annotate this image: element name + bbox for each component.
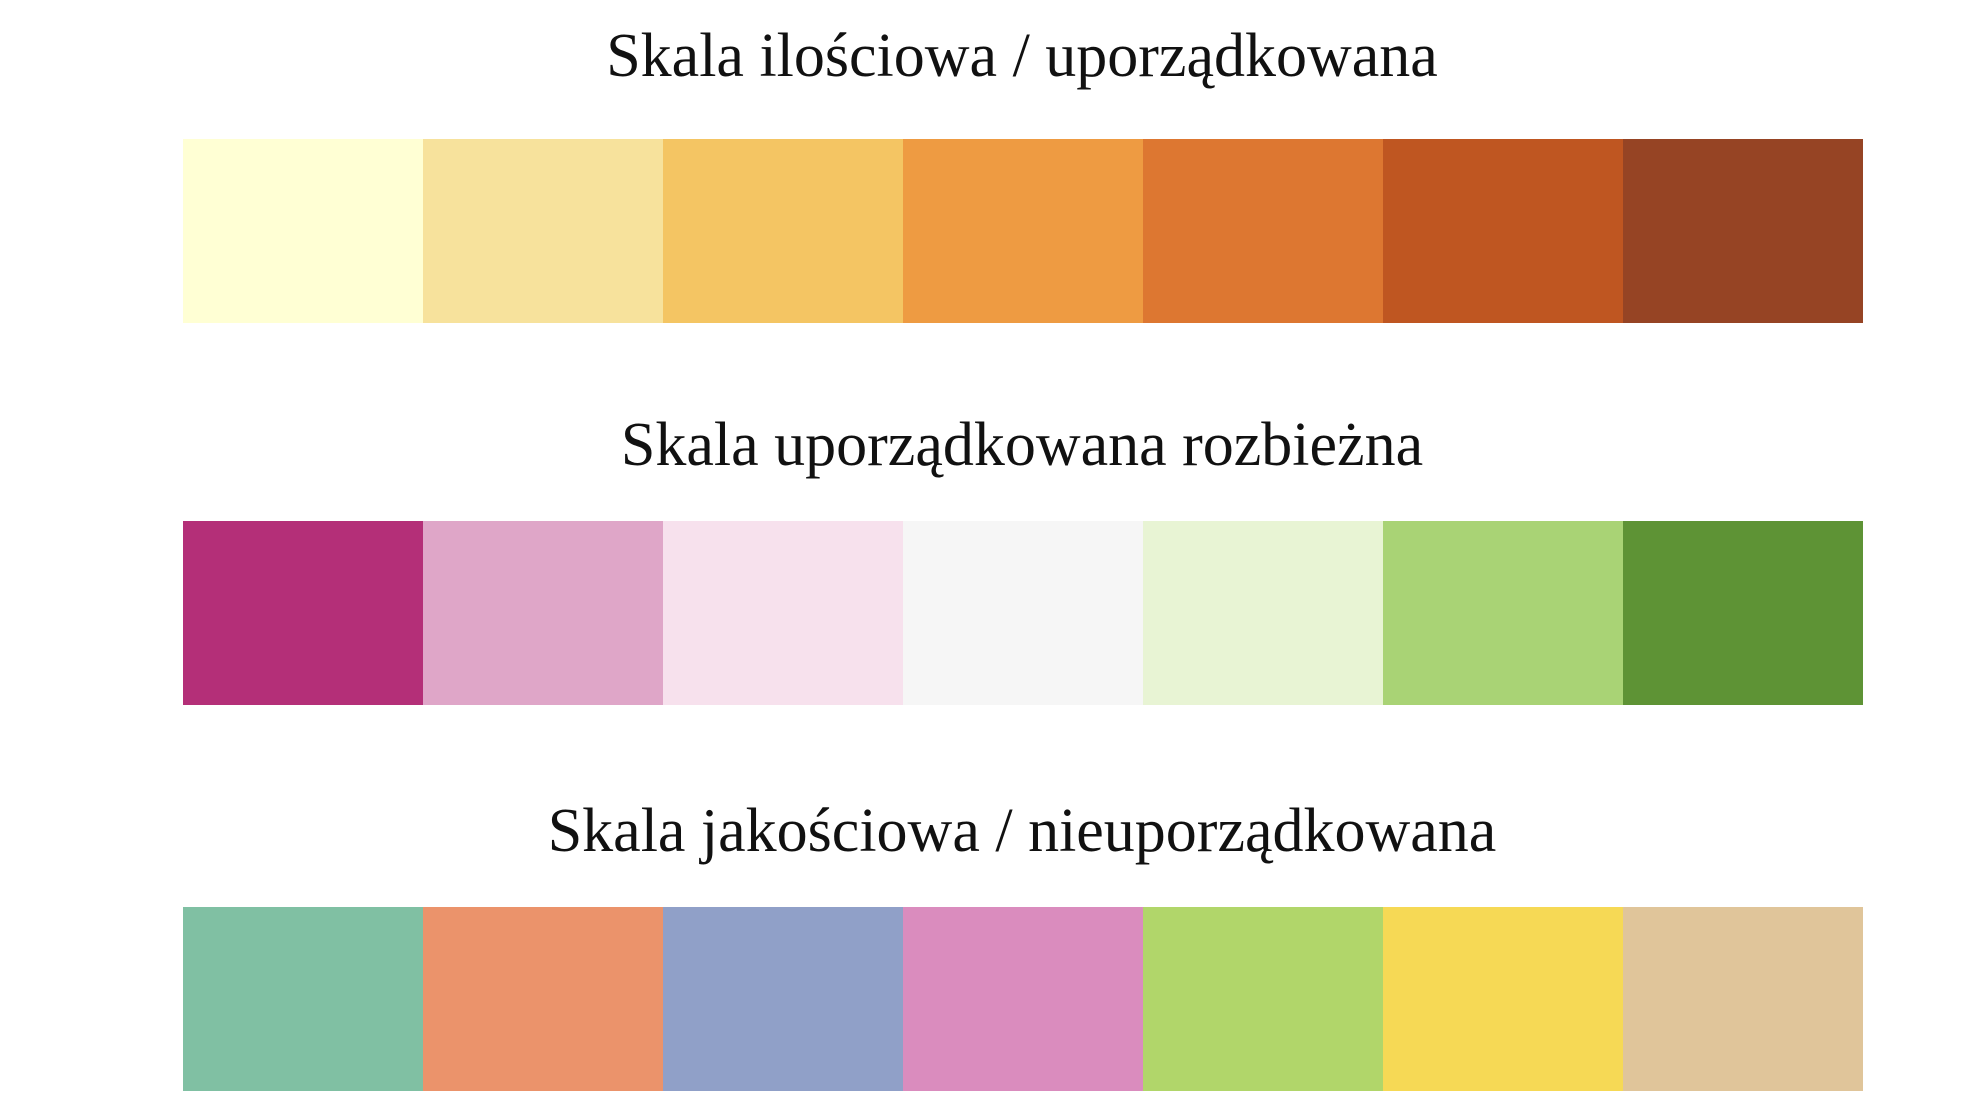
palette-title-qualitative: Skala jakościowa / nieuporządkowana: [547, 797, 1497, 865]
color-swatch: [183, 907, 423, 1091]
palette-bar-sequential: [183, 139, 1863, 323]
palette-title-diverging: Skala uporządkowana rozbieżna: [620, 411, 1424, 479]
color-swatch: [1383, 139, 1623, 323]
color-swatch: [1623, 139, 1863, 323]
color-swatch: [663, 521, 903, 705]
color-swatch: [1623, 521, 1863, 705]
color-swatch: [183, 139, 423, 323]
color-swatch: [663, 907, 903, 1091]
color-swatch: [1623, 907, 1863, 1091]
color-swatch: [183, 521, 423, 705]
color-swatch: [903, 521, 1143, 705]
color-swatch: [423, 139, 663, 323]
color-swatch: [1383, 907, 1623, 1091]
palette-bar-diverging: [183, 521, 1863, 705]
palette-title-sequential: Skala ilościowa / uporządkowana: [606, 22, 1438, 90]
color-swatch: [903, 907, 1143, 1091]
color-swatch: [1143, 139, 1383, 323]
color-swatch: [663, 139, 903, 323]
color-swatch: [1383, 521, 1623, 705]
palette-bar-qualitative: [183, 907, 1863, 1091]
color-swatch: [1143, 907, 1383, 1091]
color-swatch: [903, 139, 1143, 323]
color-swatch: [423, 907, 663, 1091]
color-swatch: [1143, 521, 1383, 705]
color-swatch: [423, 521, 663, 705]
